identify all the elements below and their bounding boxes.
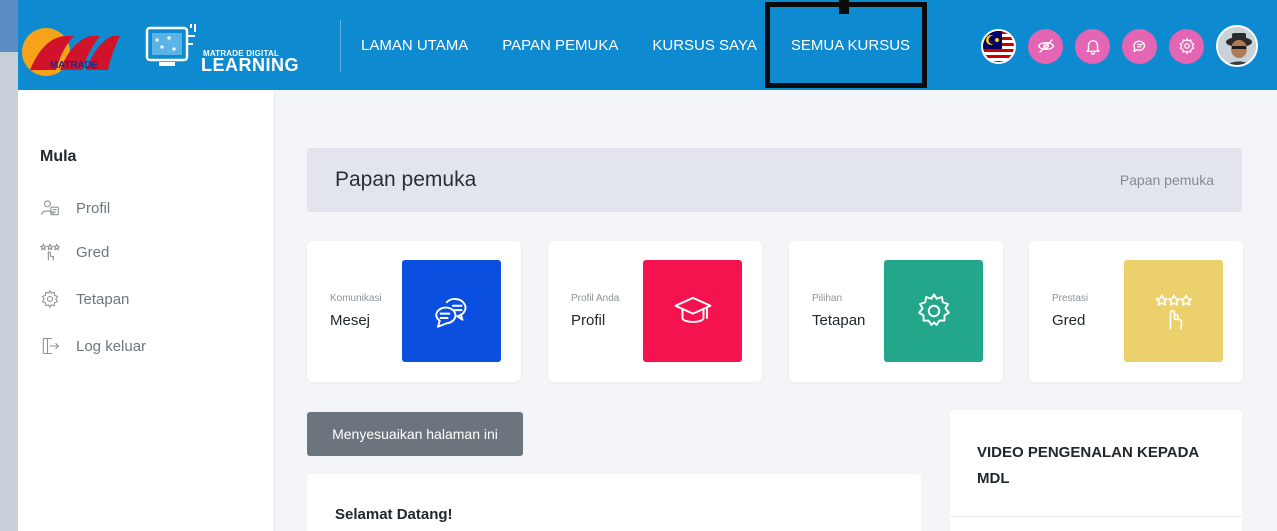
bell-icon[interactable] bbox=[1075, 28, 1110, 64]
malaysia-flag-icon[interactable] bbox=[981, 28, 1016, 64]
card-title: Gred bbox=[1052, 312, 1086, 329]
eye-slash-icon[interactable] bbox=[1028, 28, 1063, 64]
header-icon-group bbox=[981, 25, 1258, 67]
nav-kursus-saya[interactable]: KURSUS SAYA bbox=[635, 37, 773, 54]
sidebar: Mula Profil Gred Tetapan Log keluar bbox=[18, 90, 275, 531]
sidebar-item-label: Log keluar bbox=[76, 337, 147, 355]
gear-icon[interactable] bbox=[1169, 28, 1204, 64]
sidebar-item-gred[interactable]: Gred bbox=[40, 240, 109, 264]
sidebar-heading: Mula bbox=[40, 148, 77, 165]
logout-icon bbox=[40, 336, 60, 356]
card-title: Tetapan bbox=[812, 312, 866, 329]
profile-icon bbox=[40, 198, 60, 218]
sidebar-item-label: Profil bbox=[76, 199, 111, 217]
breadcrumb[interactable]: Papan pemuka bbox=[1120, 172, 1214, 188]
sidebar-item-profil[interactable]: Profil bbox=[40, 196, 110, 220]
gear-icon[interactable] bbox=[884, 260, 983, 362]
mdl-logo-big-text: LEARNING bbox=[201, 55, 299, 75]
card-title: Profil bbox=[571, 312, 606, 329]
highlight-pointer bbox=[839, 0, 849, 14]
page-title: Papan pemuka bbox=[335, 168, 477, 191]
sidebar-item-label: Gred bbox=[76, 243, 110, 261]
chat-bubbles-icon[interactable] bbox=[402, 260, 501, 362]
stars-hand-icon[interactable] bbox=[1124, 260, 1223, 362]
card-subtitle: Prestasi bbox=[1052, 293, 1089, 304]
header-divider bbox=[340, 20, 341, 72]
card-gred[interactable]: Prestasi Gred bbox=[1029, 241, 1243, 382]
matrade-logo-text: MATRADE bbox=[50, 60, 98, 71]
nav-laman-utama[interactable]: LAMAN UTAMA bbox=[343, 37, 485, 54]
welcome-title: Selamat Datang! bbox=[335, 506, 453, 523]
matrade-logo[interactable]: MATRADE bbox=[20, 22, 124, 78]
video-card-divider bbox=[950, 516, 1242, 517]
card-tetapan[interactable]: Pilihan Tetapan bbox=[789, 241, 1003, 382]
video-intro-card: VIDEO PENGENALAN KEPADA MDL bbox=[950, 410, 1242, 531]
card-subtitle: Profil Anda bbox=[571, 293, 620, 304]
grade-icon bbox=[40, 242, 60, 262]
card-title: Mesej bbox=[330, 312, 371, 329]
video-card-title: VIDEO PENGENALAN KEPADA MDL bbox=[977, 444, 1199, 487]
sidebar-item-label: Tetapan bbox=[76, 290, 130, 308]
card-subtitle: Pilihan bbox=[812, 293, 843, 304]
graduation-cap-icon[interactable] bbox=[643, 260, 742, 362]
window-edge-accent bbox=[0, 0, 18, 52]
card-profil[interactable]: Profil Anda Profil bbox=[548, 241, 762, 382]
page-header: Papan pemuka Papan pemuka bbox=[307, 148, 1242, 212]
sidebar-item-tetapan[interactable]: Tetapan bbox=[40, 287, 129, 311]
welcome-card: Selamat Datang! bbox=[307, 474, 921, 531]
highlight-box bbox=[765, 2, 927, 88]
card-mesej[interactable]: Komunikasi Mesej bbox=[307, 241, 521, 382]
card-subtitle: Komunikasi bbox=[330, 293, 382, 304]
customize-page-button[interactable]: Menyesuaikan halaman ini bbox=[307, 412, 523, 456]
nav-papan-pemuka[interactable]: PAPAN PEMUKA bbox=[485, 37, 635, 54]
mdl-logo[interactable]: MATRADE DIGITAL LEARNING bbox=[143, 22, 323, 78]
chat-icon[interactable] bbox=[1122, 28, 1157, 64]
sidebar-item-log-keluar[interactable]: Log keluar bbox=[40, 334, 146, 358]
user-avatar[interactable] bbox=[1216, 25, 1258, 67]
gear-icon bbox=[40, 289, 60, 309]
window-edge bbox=[0, 0, 18, 531]
